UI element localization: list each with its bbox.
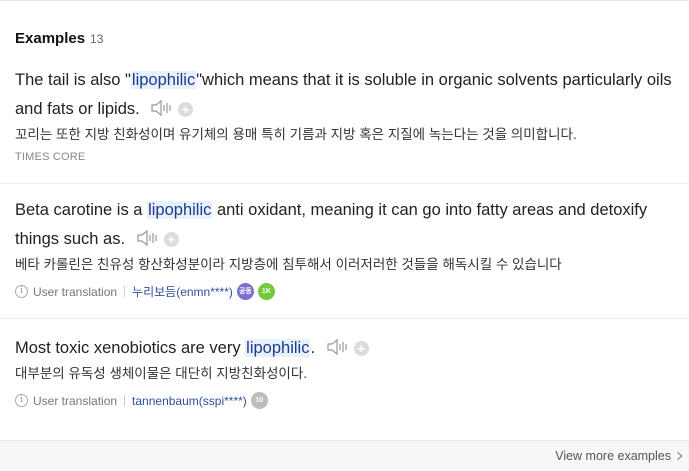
speaker-icon[interactable] — [326, 338, 348, 356]
user-translation-label: User translation — [33, 393, 118, 408]
info-icon[interactable]: i — [15, 285, 28, 298]
speaker-icon[interactable] — [150, 99, 172, 117]
highlighted-word[interactable]: lipophilic — [245, 339, 311, 357]
user-badge: 10 — [250, 392, 268, 409]
example-sentence: Beta carotine is a lipophilic anti oxida… — [15, 196, 675, 254]
translation-meta: i User translation tannenbaum(sspi****) … — [15, 392, 675, 409]
separator — [124, 286, 126, 297]
translator-link[interactable]: 누리보듬(enmn****) — [132, 283, 233, 300]
korean-translation: 베타 카롤린은 친유성 항산화성분이라 지방층에 침투해서 이러저러한 것들을 … — [15, 257, 562, 272]
korean-translation: 꼬리는 또한 지방 친화성이며 유기체의 용매 특히 기름과 지방 혹은 지질에… — [15, 127, 577, 142]
example-source: TIMES CORE — [15, 151, 86, 163]
info-icon[interactable]: i — [15, 394, 28, 407]
plus-circle-icon[interactable]: + — [163, 232, 179, 247]
sentence-text: Most toxic xenobiotics are very — [15, 339, 246, 357]
user-translation-label: User translation — [33, 284, 118, 299]
speaker-icon[interactable] — [136, 229, 158, 247]
highlighted-word[interactable]: lipophilic — [130, 71, 197, 89]
separator — [124, 395, 126, 406]
view-more-label: View more examples — [555, 449, 671, 463]
sentence-text: The tail is also " — [15, 71, 131, 89]
example-sentence: The tail is also "lipophilic"which means… — [15, 66, 675, 124]
example-item: The tail is also "lipophilic"which means… — [15, 66, 675, 163]
user-badge: 1K — [257, 283, 275, 300]
sentence-text: . — [310, 339, 316, 357]
examples-header: Examples 13 — [15, 30, 103, 47]
highlighted-word[interactable]: lipophilic — [147, 201, 213, 219]
example-item: Beta carotine is a lipophilic anti oxida… — [15, 196, 675, 300]
top-border — [0, 0, 689, 1]
translation-meta: i User translation 누리보듬(enmn****) 공동 1K — [15, 283, 675, 300]
plus-circle-icon[interactable]: + — [178, 102, 194, 117]
chevron-right-icon — [673, 451, 683, 461]
translator-link[interactable]: tannenbaum(sspi****) — [132, 394, 247, 408]
sentence-text: Beta carotine is a — [15, 201, 148, 219]
example-item: Most toxic xenobiotics are very lipophil… — [15, 334, 675, 409]
plus-circle-icon[interactable]: + — [353, 341, 369, 356]
example-sentence: Most toxic xenobiotics are very lipophil… — [15, 334, 675, 363]
examples-count: 13 — [90, 32, 104, 46]
section-title: Examples — [15, 30, 86, 47]
user-badge: 공동 — [236, 283, 254, 300]
view-more-examples-link[interactable]: View more examples — [555, 449, 683, 463]
divider — [0, 183, 689, 184]
footer-bar: View more examples — [0, 440, 689, 471]
korean-translation: 대부분의 유독성 생체이물은 대단히 지방친화성이다. — [15, 366, 307, 381]
divider — [0, 318, 689, 319]
